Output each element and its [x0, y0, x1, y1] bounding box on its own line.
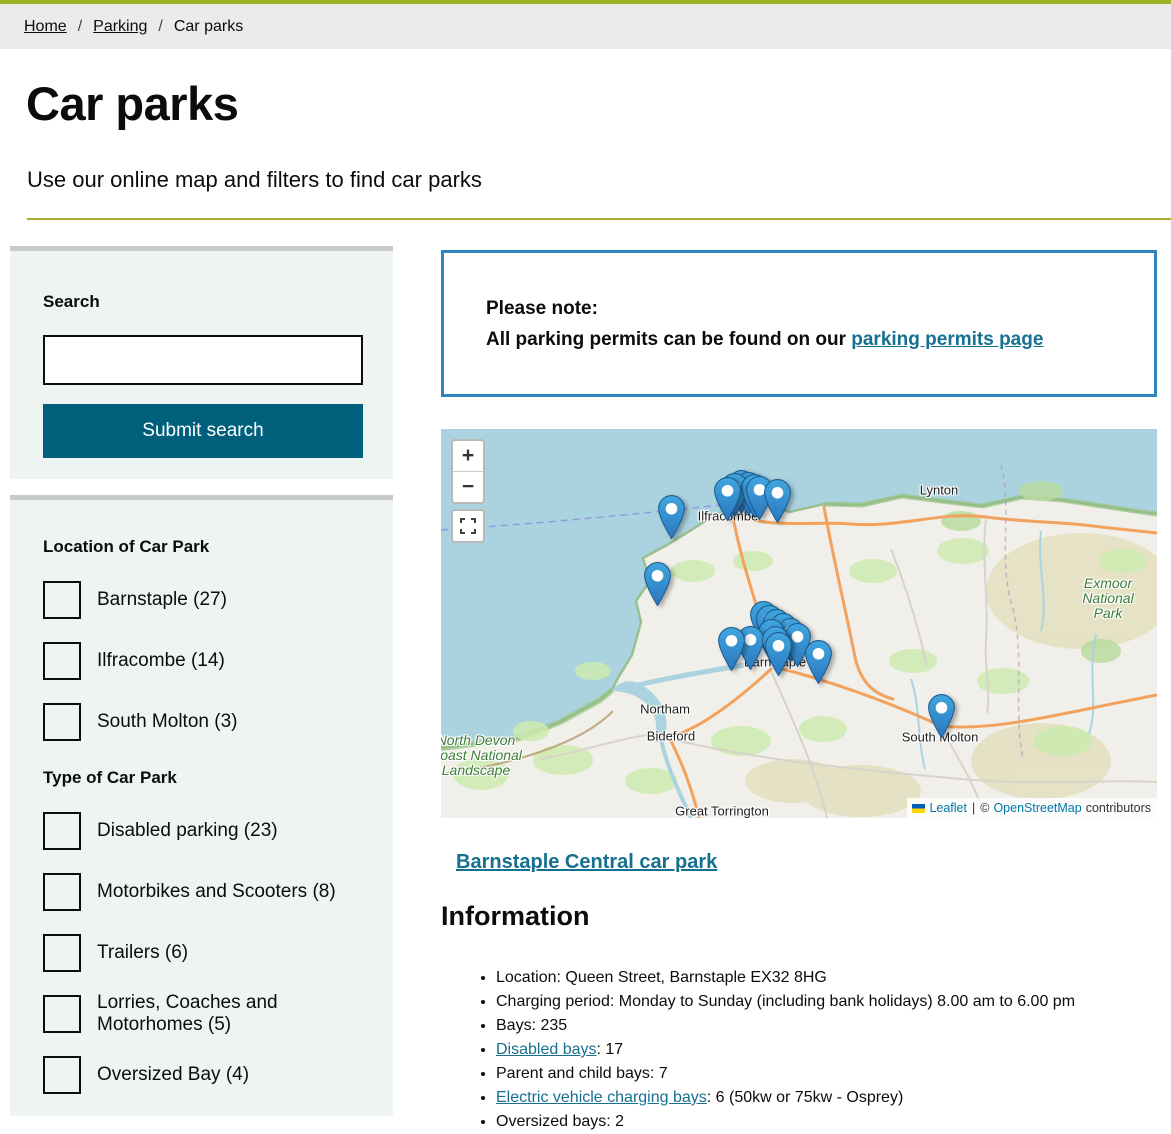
filter-option-label[interactable]: Disabled parking (23): [97, 820, 278, 842]
zoom-out-button[interactable]: −: [453, 472, 483, 502]
filter-option-row: Oversized Bay (4): [43, 1056, 363, 1094]
leaflet-link[interactable]: Leaflet: [929, 801, 967, 815]
map-area-label-line: National: [1082, 591, 1133, 606]
map-area-label-line: Coast National: [441, 748, 522, 763]
detail-text: Charging period: Monday to Sunday (inclu…: [496, 993, 1075, 1010]
detail-text: : 6 (50kw or 75kw - Osprey): [707, 1089, 904, 1106]
filter-option-label[interactable]: Barnstaple (27): [97, 589, 227, 611]
submit-search-button[interactable]: Submit search: [43, 404, 363, 458]
map-town-label: Great Torrington: [675, 804, 769, 819]
notice-box: Please note: All parking permits can be …: [441, 250, 1157, 397]
filter-group: Location of Car Park Barnstaple (27) Ilfra…: [43, 537, 363, 741]
filter-checkbox-barnstaple[interactable]: [43, 581, 81, 619]
attribution-separator: |: [971, 801, 976, 815]
filter-option-row: Motorbikes and Scooters (8): [43, 873, 363, 911]
map-area-label: North DevonCoast NationalLandscape: [441, 733, 522, 778]
filter-option-label[interactable]: Trailers (6): [97, 942, 188, 964]
notice-heading: Please note:: [486, 293, 1124, 324]
map-area-label-line: Park: [1082, 606, 1133, 621]
map-marker-icon[interactable]: [764, 479, 791, 523]
map-marker-icon[interactable]: [658, 495, 685, 539]
list-item: Electric vehicle charging bays: 6 (50kw …: [496, 1086, 1146, 1110]
main-content: Please note: All parking permits can be …: [441, 0, 1157, 1121]
map-town-label: Bideford: [647, 729, 695, 744]
map-area-label: ExmoorNationalPark: [1082, 576, 1133, 621]
list-item: Parent and child bays: 7: [496, 1062, 1146, 1086]
breadcrumb-separator: /: [78, 18, 82, 36]
car-park-details-list: Location: Queen Street, Barnstaple EX32 …: [441, 966, 1146, 1134]
map-marker-icon[interactable]: [714, 477, 741, 521]
filter-option-row: Lorries, Coaches and Motorhomes (5): [43, 995, 363, 1033]
detail-text: Parent and child bays: 7: [496, 1065, 668, 1082]
detail-text: Location: Queen Street, Barnstaple EX32 …: [496, 969, 827, 986]
map-area-label-line: Exmoor: [1082, 576, 1133, 591]
leaflet-map[interactable]: LyntonIlfracombeBarnstapleNorthamBidefor…: [441, 429, 1157, 818]
filter-group-heading: Location of Car Park: [43, 537, 363, 557]
filter-option-label[interactable]: Oversized Bay (4): [97, 1064, 249, 1086]
fullscreen-button[interactable]: [451, 509, 485, 543]
openstreetmap-link[interactable]: OpenStreetMap: [993, 801, 1081, 815]
page-title: Car parks: [26, 76, 238, 131]
search-panel: Search Submit search: [10, 246, 393, 479]
zoom-control: + −: [451, 439, 485, 504]
filter-option-label[interactable]: Lorries, Coaches and Motorhomes (5): [97, 992, 363, 1036]
map-marker-icon[interactable]: [928, 694, 955, 738]
breadcrumb-separator: /: [158, 18, 162, 36]
filter-option-row: Disabled parking (23): [43, 812, 363, 850]
notice-text-before-link: All parking permits can be found on our: [486, 329, 851, 350]
fullscreen-icon: [460, 518, 476, 534]
list-item: Charging period: Monday to Sunday (inclu…: [496, 990, 1146, 1014]
breadcrumb-link-home[interactable]: Home: [24, 18, 67, 36]
search-heading: Search: [43, 251, 363, 312]
filter-checkbox-motorbikes-and-scooters[interactable]: [43, 873, 81, 911]
detail-text: : 17: [597, 1041, 624, 1058]
map-marker-icon[interactable]: [718, 627, 745, 671]
map-marker-icon[interactable]: [765, 632, 792, 676]
map-town-label: Northam: [640, 702, 690, 717]
car-park-result-link[interactable]: Barnstaple Central car park: [456, 851, 717, 874]
list-item: Oversized bays: 2: [496, 1110, 1146, 1134]
contributors-text: contributors: [1086, 801, 1151, 815]
map-area-label-line: North Devon: [441, 733, 522, 748]
list-item: Bays: 235: [496, 1014, 1146, 1038]
notice-text: All parking permits can be found on our …: [486, 324, 1124, 355]
filter-checkbox-ilfracombe[interactable]: [43, 642, 81, 680]
list-item: Disabled bays: 17: [496, 1038, 1146, 1062]
detail-link[interactable]: Electric vehicle charging bays: [496, 1089, 707, 1106]
ukraine-flag-icon: [912, 804, 925, 813]
map-area-label-line: Landscape: [441, 763, 522, 778]
breadcrumb-current: Car parks: [174, 18, 243, 36]
filter-option-row: Trailers (6): [43, 934, 363, 972]
search-input[interactable]: [43, 335, 363, 385]
detail-text: Bays: 235: [496, 1017, 567, 1034]
information-heading: Information: [441, 901, 590, 932]
filter-group-heading: Type of Car Park: [43, 768, 363, 788]
filter-checkbox-oversized-bay[interactable]: [43, 1056, 81, 1094]
filter-option-label[interactable]: Ilfracombe (14): [97, 650, 225, 672]
detail-text: Oversized bays: 2: [496, 1113, 624, 1130]
detail-link[interactable]: Disabled bays: [496, 1041, 597, 1058]
copyright-symbol: ©: [980, 801, 989, 815]
page-subtitle: Use our online map and filters to find c…: [27, 167, 482, 193]
map-town-label: Lynton: [920, 483, 959, 498]
filter-option-label[interactable]: Motorbikes and Scooters (8): [97, 881, 336, 903]
filter-option-row: Ilfracombe (14): [43, 642, 363, 680]
filter-checkbox-disabled-parking[interactable]: [43, 812, 81, 850]
breadcrumb-link-parking[interactable]: Parking: [93, 18, 147, 36]
filter-option-label[interactable]: South Molton (3): [97, 711, 237, 733]
map-marker-icon[interactable]: [644, 562, 671, 606]
filters-panel: Location of Car Park Barnstaple (27) Ilfra…: [10, 495, 393, 1116]
filter-group: Type of Car Park Disabled parking (23) Mot…: [43, 768, 363, 1094]
filter-checkbox-trailers[interactable]: [43, 934, 81, 972]
filter-checkbox-lorries-coaches-and-motorhomes[interactable]: [43, 995, 81, 1033]
list-item: Location: Queen Street, Barnstaple EX32 …: [496, 966, 1146, 990]
filter-option-row: Barnstaple (27): [43, 581, 363, 619]
map-marker-icon[interactable]: [805, 640, 832, 684]
filter-option-row: South Molton (3): [43, 703, 363, 741]
filter-checkbox-south-molton[interactable]: [43, 703, 81, 741]
map-attribution: Leaflet | © OpenStreetMap contributors: [907, 798, 1157, 818]
parking-permits-link[interactable]: parking permits page: [851, 329, 1043, 350]
zoom-in-button[interactable]: +: [453, 441, 483, 472]
